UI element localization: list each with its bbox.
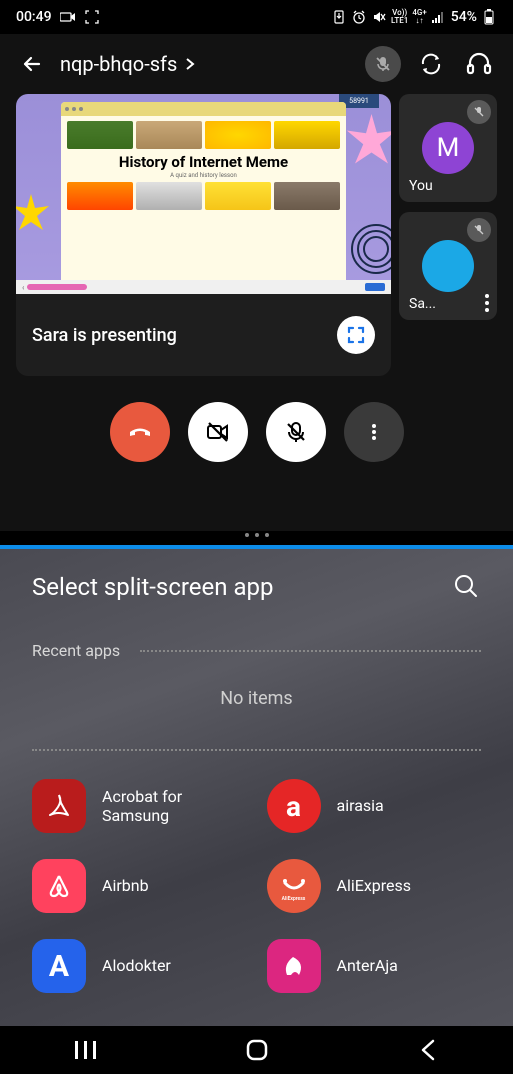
back-button[interactable] — [398, 1030, 458, 1070]
participant-label: Sa... — [409, 296, 436, 312]
audio-output-button[interactable] — [461, 46, 497, 82]
star-decoration-icon — [344, 114, 391, 169]
anteraja-icon — [267, 939, 321, 993]
participant-label: You — [409, 178, 433, 194]
camera-icon — [60, 9, 76, 25]
call-header: nqp-bhqo-sfs — [0, 34, 513, 94]
shared-screen: 58991 History of Internet Meme A quiz an… — [16, 94, 391, 294]
app-label: Airbnb — [102, 876, 149, 895]
presentation-panel[interactable]: 58991 History of Internet Meme A quiz an… — [16, 94, 391, 376]
signal-icon — [431, 9, 447, 25]
video-call-app: nqp-bhqo-sfs 58991 History of Inte — [0, 34, 513, 531]
app-item-aliexpress[interactable]: AliExpress AliExpress — [267, 859, 482, 913]
status-bar: 00:49 Vo))LTE1 4G+↓↑ 54% — [0, 0, 513, 34]
star-decoration-icon — [16, 194, 51, 234]
recents-button[interactable] — [56, 1030, 116, 1070]
app-item-acrobat[interactable]: Acrobat for Samsung — [32, 779, 247, 833]
battery-icon — [481, 9, 497, 25]
app-item-airbnb[interactable]: Airbnb — [32, 859, 247, 913]
net-4g: 4G+↓↑ — [412, 9, 426, 25]
aliexpress-icon: AliExpress — [267, 859, 321, 913]
divider-line — [32, 749, 481, 751]
more-options-button[interactable] — [344, 402, 404, 462]
divider-line — [140, 650, 481, 652]
switch-camera-button[interactable] — [413, 46, 449, 82]
no-items-text: No items — [32, 688, 481, 709]
search-button[interactable] — [453, 573, 481, 601]
participant-tile-you[interactable]: M You — [399, 94, 497, 202]
navigation-bar — [0, 1026, 513, 1074]
presenter-label: Sara is presenting — [32, 325, 177, 346]
call-controls — [0, 376, 513, 474]
acrobat-icon — [32, 779, 86, 833]
app-item-alodokter[interactable]: A Alodokter — [32, 939, 247, 993]
status-time: 00:49 — [16, 9, 52, 25]
app-item-anteraja[interactable]: AnterAja — [267, 939, 482, 993]
expand-icon — [84, 9, 100, 25]
circles-decoration-icon — [351, 224, 391, 274]
browser-taskbar: ‹ — [16, 280, 391, 294]
mute-icon — [371, 9, 387, 25]
participant-tile-sara[interactable]: Sa... — [399, 212, 497, 320]
avatar — [422, 240, 474, 292]
app-label: AliExpress — [337, 876, 412, 895]
mic-off-icon — [467, 218, 491, 242]
app-label: Alodokter — [102, 956, 171, 975]
tile-more-button[interactable] — [485, 294, 489, 312]
avatar: M — [422, 122, 474, 174]
home-button[interactable] — [227, 1030, 287, 1070]
fullscreen-button[interactable] — [337, 316, 375, 354]
app-label: Acrobat for Samsung — [102, 787, 247, 825]
picker-title: Select split-screen app — [32, 573, 273, 601]
split-screen-picker: Select split-screen app Recent apps No i… — [0, 549, 513, 1029]
split-divider[interactable] — [0, 531, 513, 545]
mic-off-icon — [467, 100, 491, 124]
slide-subtitle: A quiz and history lesson — [67, 172, 340, 179]
airasia-icon: a — [267, 779, 321, 833]
recent-apps-label: Recent apps — [32, 641, 120, 660]
your-mic-muted-badge — [365, 46, 401, 82]
app-label: airasia — [337, 796, 384, 815]
alarm-icon — [351, 9, 367, 25]
slide-title: History of Internet Meme — [67, 153, 340, 171]
download-icon — [331, 9, 347, 25]
camera-off-button[interactable] — [188, 402, 248, 462]
net-volte: Vo))LTE1 — [391, 9, 408, 25]
app-label: AnterAja — [337, 956, 398, 975]
airbnb-icon — [32, 859, 86, 913]
battery-text: 54% — [451, 9, 477, 25]
end-call-button[interactable] — [110, 402, 170, 462]
back-button[interactable] — [16, 48, 48, 80]
app-item-airasia[interactable]: a airasia — [267, 779, 482, 833]
call-title[interactable]: nqp-bhqo-sfs — [60, 52, 353, 76]
mic-off-button[interactable] — [266, 402, 326, 462]
alodokter-icon: A — [32, 939, 86, 993]
